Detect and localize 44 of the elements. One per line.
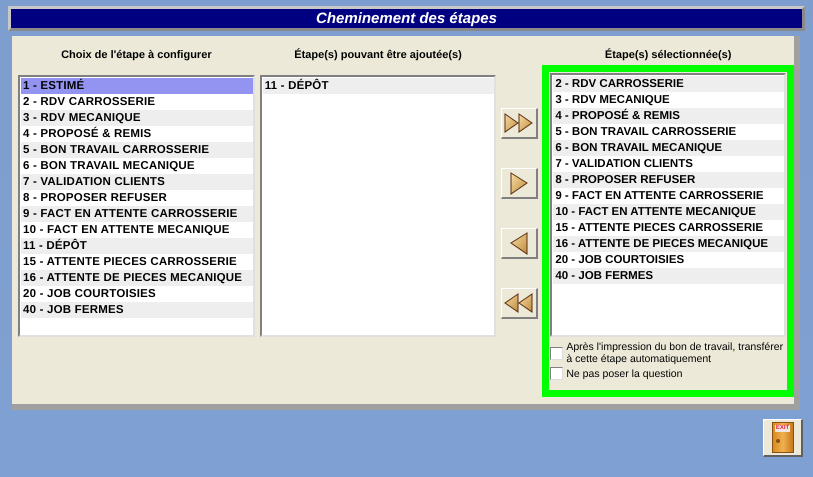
list-item[interactable]: 20 - JOB COURTOISIES bbox=[21, 286, 253, 302]
list-item[interactable]: 8 - PROPOSER REFUSER bbox=[21, 190, 253, 206]
list-item[interactable]: 15 - ATTENTE PIECES CARROSSERIE bbox=[553, 220, 784, 236]
list-item[interactable]: 4 - PROPOSÉ & REMIS bbox=[21, 126, 253, 142]
list-item[interactable]: 3 - RDV MECANIQUE bbox=[21, 110, 253, 126]
list-item[interactable]: 1 - ESTIMÉ bbox=[21, 78, 253, 94]
list-item[interactable]: 5 - BON TRAVAIL CARROSSERIE bbox=[553, 124, 784, 140]
window-title: Cheminement des étapes bbox=[316, 10, 497, 27]
list-item[interactable]: 16 - ATTENTE DE PIECES MECANIQUE bbox=[21, 270, 253, 286]
list-item[interactable]: 9 - FACT EN ATTENTE CARROSSERIE bbox=[553, 188, 784, 204]
list-item[interactable]: 10 - FACT EN ATTENTE MECANIQUE bbox=[21, 222, 253, 238]
list-item[interactable]: 2 - RDV CARROSSERIE bbox=[553, 76, 784, 92]
add-all-button[interactable] bbox=[500, 108, 538, 139]
list-item[interactable]: 4 - PROPOSÉ & REMIS bbox=[553, 108, 784, 124]
list-item[interactable]: 5 - BON TRAVAIL CARROSSERIE bbox=[21, 142, 253, 158]
list-item[interactable]: 6 - BON TRAVAIL MECANIQUE bbox=[21, 158, 253, 174]
list-heading: Étape(s) pouvant être ajoutée(s) bbox=[293, 47, 463, 63]
list-item[interactable]: 6 - BON TRAVAIL MECANIQUE bbox=[553, 140, 784, 156]
list-item[interactable]: 3 - RDV MECANIQUE bbox=[553, 92, 784, 108]
list-item[interactable]: 10 - FACT EN ATTENTE MECANIQUE bbox=[553, 204, 784, 220]
list-heading: Choix de l'étape à configurer bbox=[60, 48, 213, 63]
list-item[interactable]: 20 - JOB COURTOISIES bbox=[553, 252, 784, 268]
checkbox[interactable] bbox=[550, 346, 564, 360]
list-item[interactable]: 40 - JOB FERMES bbox=[553, 268, 784, 284]
remove-all-button[interactable] bbox=[500, 288, 538, 319]
list-item[interactable]: 11 - DÉPÔT bbox=[262, 78, 494, 94]
remove-button[interactable] bbox=[500, 228, 538, 259]
list-box[interactable] bbox=[550, 73, 786, 337]
list-item[interactable]: 15 - ATTENTE PIECES CARROSSERIE bbox=[21, 254, 253, 270]
list-item[interactable]: 7 - VALIDATION CLIENTS bbox=[553, 156, 784, 172]
list-box[interactable] bbox=[18, 75, 255, 337]
list-item[interactable]: 11 - DÉPÔT bbox=[21, 238, 253, 254]
list-heading: Étape(s) sélectionnée(s) bbox=[604, 47, 732, 63]
list-item[interactable]: 7 - VALIDATION CLIENTS bbox=[21, 174, 253, 190]
checkbox[interactable] bbox=[550, 367, 564, 380]
list-item[interactable]: 9 - FACT EN ATTENTE CARROSSERIE bbox=[21, 206, 253, 222]
list-item[interactable]: 2 - RDV CARROSSERIE bbox=[21, 94, 253, 110]
checkbox-label: Après l'impression du bon de travail, transférer à cette étape automatiquement bbox=[566, 341, 784, 365]
list-box[interactable]: 11 - DÉPÔT bbox=[260, 75, 496, 337]
checkbox-label: Ne pas poser la question bbox=[566, 368, 684, 380]
add-button[interactable] bbox=[500, 168, 538, 199]
list-item[interactable]: 16 - ATTENTE DE PIECES MECANIQUE bbox=[553, 236, 784, 252]
list-item[interactable]: 40 - JOB FERMES bbox=[21, 302, 253, 318]
list-item[interactable]: 8 - PROPOSER REFUSER bbox=[553, 172, 784, 188]
